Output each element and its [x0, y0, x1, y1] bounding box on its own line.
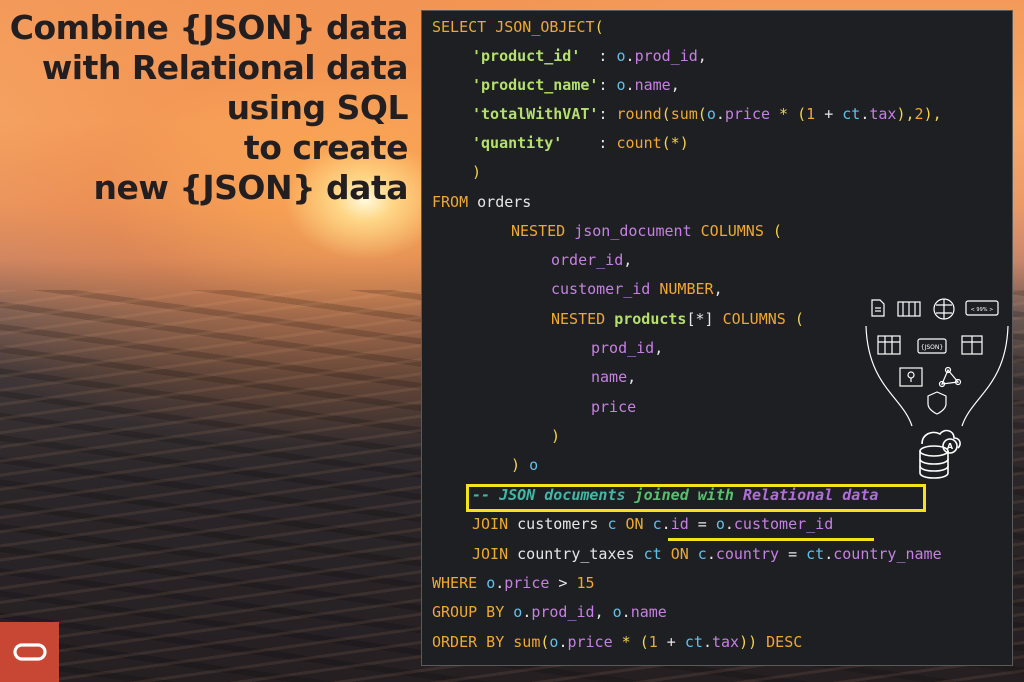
- code-line-20: WHERE o.price > 15: [432, 574, 595, 592]
- funnel-right-curve: [961, 325, 1009, 427]
- table-icon: [877, 335, 901, 355]
- code-line-2: 'product_id' : o.prod_id,: [472, 47, 707, 65]
- code-line-21: GROUP BY o.prod_id, o.name: [432, 603, 667, 621]
- code-line-19: JOIN country_taxes ct ON c.country = ct.…: [472, 545, 942, 563]
- headline-line-1: Combine {JSON} data: [9, 8, 409, 47]
- code-line-14: price: [591, 398, 637, 416]
- code-line-3: 'product_name': o.name,: [472, 76, 680, 94]
- percent-badge-label: < 99% >: [971, 307, 994, 313]
- code-line-1: SELECT JSON_OBJECT(: [432, 18, 604, 36]
- headline-line-3: using SQL: [226, 88, 409, 127]
- code-line-10: customer_id NUMBER,: [551, 280, 723, 298]
- sql-code-panel: SELECT JSON_OBJECT( 'product_id' : o.pro…: [421, 10, 1013, 666]
- code-line-22: ORDER BY sum(o.price * (1 + ct.tax)) DES…: [432, 633, 803, 651]
- code-line-11: NESTED products[*] COLUMNS (: [551, 310, 804, 328]
- join-condition-underline: [668, 538, 874, 541]
- oracle-logo-icon: [0, 622, 59, 682]
- code-line-16: ) o: [511, 456, 539, 474]
- shield-icon: [927, 391, 947, 415]
- code-line-15: ): [551, 427, 561, 445]
- headline-line-4: to create: [243, 128, 409, 167]
- database-icon: [919, 429, 961, 479]
- columnar-icon: [897, 301, 921, 317]
- code-line-8: NESTED json_document COLUMNS (: [511, 222, 782, 240]
- code-line-9: order_id,: [551, 251, 633, 269]
- brain-icon: [933, 298, 955, 320]
- split-table-icon: [961, 335, 983, 355]
- code-line-13: name,: [591, 368, 637, 386]
- autonomous-a-glyph: A: [947, 442, 954, 451]
- code-line-5: 'quantity' : count(*): [472, 134, 689, 152]
- code-line-6: ): [472, 163, 482, 181]
- json-badge-label: {JSON}: [921, 344, 944, 351]
- headline-line-2: with Relational data: [41, 48, 409, 87]
- code-line-18: JOIN customers c ON c.id = o.customer_id: [472, 515, 834, 533]
- data-types-funnel-illustration: {JSON} < 99% > A: [865, 298, 1009, 479]
- headline-line-5: new {JSON} data: [93, 168, 409, 207]
- graph-icon: [938, 366, 962, 388]
- funnel-left-curve: [865, 325, 913, 427]
- code-line-4: 'totalWithVAT': round(sum(o.price * (1 +…: [472, 105, 942, 123]
- headline: Combine {JSON} data with Relational data…: [9, 8, 409, 208]
- code-line-7: FROM orders: [432, 193, 532, 211]
- document-icon: [871, 299, 885, 317]
- code-line-17-comment: -- JSON documents joined with Relational…: [472, 486, 879, 504]
- map-icon: [899, 367, 923, 387]
- code-line-12: prod_id,: [591, 339, 664, 357]
